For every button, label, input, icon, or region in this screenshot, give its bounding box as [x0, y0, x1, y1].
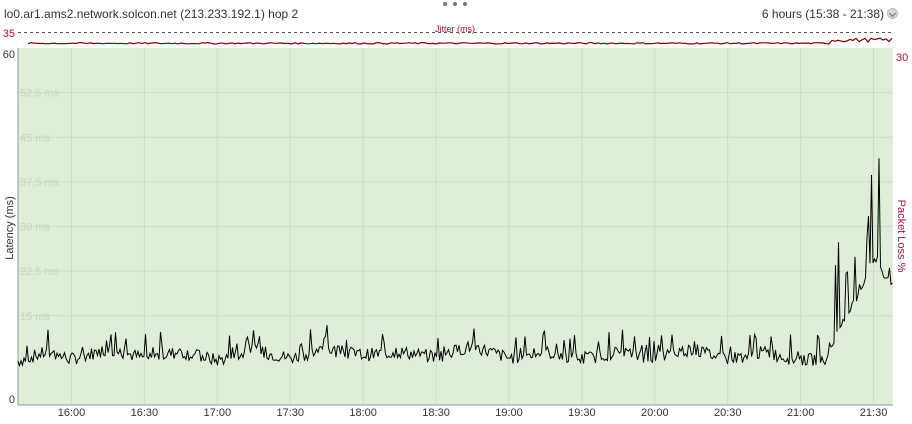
x-tick-label: 21:30: [860, 407, 888, 419]
y2-axis-label: Packet Loss %: [895, 200, 907, 273]
x-tick-label: 20:30: [714, 407, 742, 419]
y-tick-label: 30 ms: [20, 222, 50, 234]
y-axis-label: Latency (ms): [4, 196, 16, 260]
x-tick-label: 16:00: [58, 407, 86, 419]
x-tick-label: 16:30: [131, 407, 159, 419]
x-tick-label: 19:30: [568, 407, 596, 419]
y2-max-label: 30: [896, 52, 908, 64]
y-tick-label: 52,5 ms: [20, 88, 60, 100]
x-tick-label: 18:00: [349, 407, 377, 419]
y-tick-label: 0: [9, 394, 15, 406]
x-tick-label: 18:30: [422, 407, 450, 419]
y-tick-label: 45 ms: [20, 132, 50, 144]
x-tick-label: 21:00: [787, 407, 815, 419]
x-tick-label: 17:00: [204, 407, 232, 419]
y-tick-label: 37,5 ms: [20, 177, 60, 189]
x-tick-label: 17:30: [276, 407, 304, 419]
y-tick-label: 60: [3, 49, 15, 61]
x-tick-label: 20:00: [641, 407, 669, 419]
y-tick-label: 15 ms: [20, 311, 50, 323]
jitter-y-max-label: 35: [3, 28, 15, 40]
jitter-title: Jitter (ms): [435, 24, 475, 34]
latency-chart: 35 Jitter (ms) 0 15 ms 22,5 ms 30 ms 37,5 ms…: [3, 22, 908, 419]
y-tick-label: 22,5 ms: [20, 266, 60, 278]
x-tick-label: 19:00: [495, 407, 523, 419]
